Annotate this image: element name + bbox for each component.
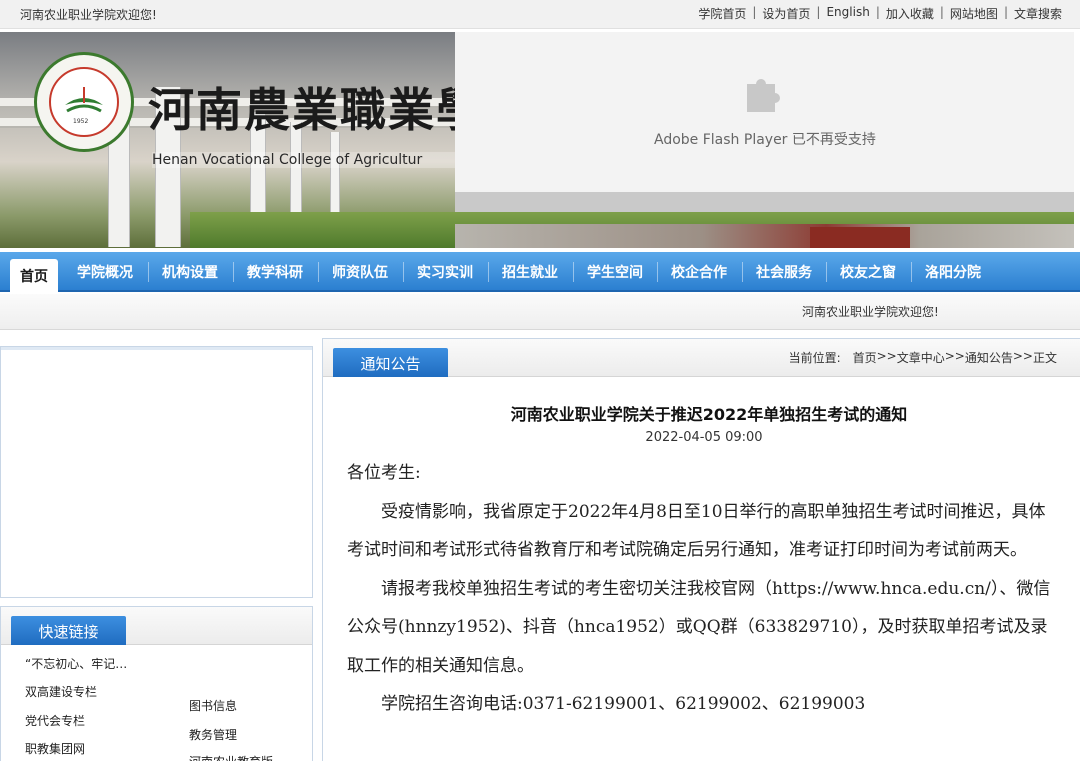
quick-link[interactable]: 图书信息 (189, 697, 237, 714)
nav-item-luoyang-branch[interactable]: 洛阳分院 (925, 262, 981, 282)
breadcrumb-separator: >> (945, 349, 965, 366)
college-name-calligraphy: 河南農業職業學 (148, 74, 455, 140)
quick-link[interactable]: 职教集团网 (25, 740, 85, 757)
nav-item-home[interactable]: 首页 (10, 259, 58, 292)
nav-divider (657, 262, 658, 282)
breadcrumb: 当前位置: 首页 >> 文章中心 >> 通知公告 >> 正文 (789, 349, 1057, 366)
breadcrumb-article-center[interactable]: 文章中心 (897, 349, 945, 366)
banner-gate (810, 227, 910, 248)
header-banner: Adobe Flash Player 已不再受支持 1952 河南農業職業學 H… (0, 32, 1074, 248)
nav-divider (318, 262, 319, 282)
quick-link[interactable]: 双高建设专栏 (25, 683, 97, 700)
nav-divider (233, 262, 234, 282)
welcome-text: 河南农业职业学院欢迎您! (20, 6, 157, 23)
scrolling-welcome: 河南农业职业学院欢迎您! (802, 303, 939, 320)
top-link-set-homepage[interactable]: 设为首页 (762, 5, 810, 22)
flash-message: Adobe Flash Player 已不再受支持 (654, 129, 876, 149)
breadcrumb-notices[interactable]: 通知公告 (965, 349, 1013, 366)
sub-banner: 河南农业职业学院欢迎您! (0, 294, 1080, 330)
breadcrumb-separator: >> (877, 349, 897, 366)
quick-links-header: 快速链接 (1, 607, 312, 645)
divider: | (752, 5, 756, 22)
nav-divider (826, 262, 827, 282)
banner-photo-right (455, 224, 1074, 248)
flash-placeholder: Adobe Flash Player 已不再受支持 (455, 32, 1074, 192)
college-seal-logo: 1952 (34, 52, 134, 152)
divider: | (876, 5, 880, 22)
quick-link[interactable]: 党代会专栏 (25, 712, 85, 729)
nav-item-faculty[interactable]: 师资队伍 (332, 262, 388, 282)
panel-top-line (1, 347, 312, 350)
top-link-sitemap[interactable]: 网站地图 (950, 5, 998, 22)
top-link-add-favorite[interactable]: 加入收藏 (886, 5, 934, 22)
divider: | (1004, 5, 1008, 22)
top-link-english[interactable]: English (826, 5, 869, 22)
top-link-home[interactable]: 学院首页 (698, 5, 746, 22)
quick-links-panel: 快速链接 “不忘初心、牢记… 双高建设专栏 党代会专栏 职教集团网 图书信息 教… (0, 606, 313, 761)
article-header: 通知公告 当前位置: 首页 >> 文章中心 >> 通知公告 >> 正文 (323, 339, 1080, 377)
breadcrumb-current: 正文 (1033, 349, 1057, 366)
breadcrumb-label: 当前位置: (789, 349, 841, 366)
main-nav: 首页 学院概况 机构设置 教学科研 师资队伍 实习实训 招生就业 学生空间 校企… (0, 252, 1080, 292)
nav-item-alumni[interactable]: 校友之窗 (840, 262, 896, 282)
nav-divider (573, 262, 574, 282)
nav-divider (488, 262, 489, 282)
nav-item-organization[interactable]: 机构设置 (162, 262, 218, 282)
nav-divider (403, 262, 404, 282)
book-wheat-icon (51, 69, 117, 135)
pergola-column (330, 132, 340, 222)
left-image-panel (0, 346, 313, 598)
article-paragraph: 请报考我校单独招生考试的考生密切关注我校官网（https://www.hnca.… (347, 570, 1059, 686)
seal-inner (49, 67, 119, 137)
quick-links-title: 快速链接 (11, 616, 126, 645)
top-link-article-search[interactable]: 文章搜索 (1014, 5, 1062, 22)
nav-item-teaching-research[interactable]: 教学科研 (247, 262, 303, 282)
nav-divider (911, 262, 912, 282)
quick-link[interactable]: 教务管理 (189, 726, 237, 743)
nav-item-student-space[interactable]: 学生空间 (587, 262, 643, 282)
article-title: 河南农业职业学院关于推迟2022年单独招生考试的通知 (323, 401, 1080, 425)
logo-year: 1952 (73, 118, 88, 125)
divider: | (816, 5, 820, 22)
nav-divider (148, 262, 149, 282)
puzzle-piece-icon (741, 70, 785, 114)
article-date: 2022-04-05 09:00 (323, 430, 1080, 445)
article-greeting: 各位考生: (347, 454, 1059, 493)
article-body: 各位考生: 受疫情影响，我省原定于2022年4月8日至10日举行的高职单独招生考… (347, 454, 1059, 724)
nav-item-social-service[interactable]: 社会服务 (756, 262, 812, 282)
nav-item-school-enterprise[interactable]: 校企合作 (671, 262, 727, 282)
nav-item-about[interactable]: 学院概况 (77, 262, 133, 282)
nav-item-admissions[interactable]: 招生就业 (502, 262, 558, 282)
article-paragraph: 受疫情影响，我省原定于2022年4月8日至10日举行的高职单独招生考试时间推迟，… (347, 493, 1059, 570)
top-links: 学院首页 | 设为首页 | English | 加入收藏 | 网站地图 | 文章… (698, 5, 1062, 22)
quick-link[interactable]: “不忘初心、牢记… (25, 655, 127, 672)
college-name-english: Henan Vocational College of Agricultur (152, 152, 455, 168)
divider: | (940, 5, 944, 22)
breadcrumb-home[interactable]: 首页 (853, 349, 877, 366)
section-tab-notices[interactable]: 通知公告 (333, 348, 448, 377)
article-panel: 通知公告 当前位置: 首页 >> 文章中心 >> 通知公告 >> 正文 河南农业… (322, 338, 1080, 761)
breadcrumb-separator: >> (1013, 349, 1033, 366)
quick-link[interactable]: 河南农业教育版 (189, 753, 273, 761)
article-paragraph-phone: 学院招生咨询电话:0371-62199001、62199002、62199003 (347, 685, 1059, 724)
nav-item-internship[interactable]: 实习实训 (417, 262, 473, 282)
nav-divider (742, 262, 743, 282)
top-bar: 河南农业职业学院欢迎您! 学院首页 | 设为首页 | English | 加入收… (0, 0, 1080, 29)
